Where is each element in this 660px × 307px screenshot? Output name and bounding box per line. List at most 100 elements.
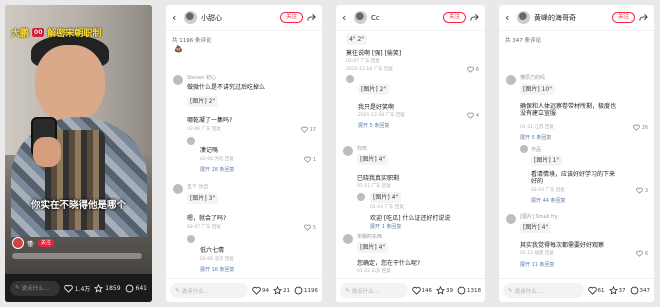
follow-button[interactable]: 关注 xyxy=(611,12,635,23)
star-button[interactable]: 39 xyxy=(436,286,453,295)
commenter-avatar[interactable] xyxy=(343,146,353,156)
expand-replies-link[interactable]: 展开 28 条回复 xyxy=(200,166,235,173)
comment-input[interactable]: ✎ 说点什么... xyxy=(340,283,408,298)
reply-avatar[interactable] xyxy=(357,193,365,201)
like-button[interactable]: 94 xyxy=(252,286,269,295)
comment-button[interactable]: 1318 xyxy=(457,286,481,295)
star-count: 37 xyxy=(618,287,626,294)
author-avatar[interactable] xyxy=(517,11,530,24)
comment-button[interactable]: 347 xyxy=(630,286,650,295)
uploader-name[interactable]: 懂· xyxy=(27,239,35,248)
voice-reply[interactable]: [图片] 3" xyxy=(187,193,219,204)
author-avatar[interactable] xyxy=(184,11,197,24)
voice-reply[interactable]: [图片] 4" xyxy=(370,192,402,203)
commenter-name[interactable]: [图片] Small fry xyxy=(520,213,558,220)
comment-like-button[interactable]: 26 xyxy=(632,124,648,131)
commenter-name[interactable]: Steven 初心 xyxy=(187,74,216,81)
comment-bubble-icon xyxy=(457,286,466,295)
video-like-count: 1.4万 xyxy=(74,285,91,293)
commenter-name[interactable]: 懂原力的吗 xyxy=(520,74,545,81)
video-comment-button[interactable]: 641 xyxy=(125,284,147,293)
reply-avatar[interactable] xyxy=(187,235,195,243)
expand-replies-link[interactable]: 展开 5 条回复 xyxy=(520,134,551,141)
comment-like-button[interactable]: 17 xyxy=(300,126,316,133)
reply-avatar[interactable] xyxy=(187,137,195,145)
reply-name[interactable]: 作品 xyxy=(531,146,541,153)
back-chevron-icon[interactable]: ‹ xyxy=(172,11,180,24)
share-icon[interactable] xyxy=(307,13,316,22)
voice-reply[interactable]: [图片] 4" xyxy=(357,154,389,165)
pencil-icon: ✎ xyxy=(508,287,513,294)
voice-reply[interactable]: [图片] 1" xyxy=(531,155,563,166)
uploader-avatar[interactable] xyxy=(12,237,24,249)
author-name[interactable]: 黄峰的海哥奇 xyxy=(534,13,608,23)
comment-bubble-icon xyxy=(294,286,303,295)
commenter-avatar[interactable] xyxy=(506,214,516,224)
expand-replies-link[interactable]: 展开 11 条回复 xyxy=(520,261,555,268)
reply-avatar[interactable] xyxy=(346,75,354,83)
video-like-button[interactable]: 1.4万 xyxy=(63,284,91,293)
comment-like-button[interactable]: 6 xyxy=(466,66,479,73)
reply-avatar[interactable] xyxy=(520,145,528,153)
commenter-name[interactable]: 宋朝的东西 xyxy=(357,233,382,240)
share-icon[interactable] xyxy=(639,13,648,22)
commenter-avatar[interactable] xyxy=(506,75,516,85)
expand-replies-link[interactable]: 展开 5 条回复 xyxy=(358,122,389,129)
comment-like-button[interactable]: 6 xyxy=(635,250,648,257)
commenter-name[interactable]: 五个 沙丘 xyxy=(187,183,209,190)
share-icon[interactable] xyxy=(470,13,479,22)
comment-meta: 2020-12-18 广东 回复 xyxy=(346,67,394,72)
author-name[interactable]: Cc xyxy=(371,14,439,22)
pencil-icon: ✎ xyxy=(15,285,20,291)
video-caption-line xyxy=(12,253,142,259)
comment-bubble-icon xyxy=(125,284,133,292)
star-button[interactable]: 21 xyxy=(273,286,290,295)
commenter-avatar[interactable] xyxy=(173,184,183,194)
follow-button[interactable]: 关注 xyxy=(279,12,303,23)
comment-input[interactable]: ✎ 说点什么... xyxy=(170,283,248,298)
heart-icon xyxy=(587,286,597,295)
comment-button[interactable]: 1196 xyxy=(294,286,318,295)
input-placeholder: 说点什么... xyxy=(181,288,209,295)
voice-reply[interactable]: [图片] 2" xyxy=(358,84,390,95)
commenter-avatar[interactable] xyxy=(343,234,353,244)
star-count: 21 xyxy=(283,287,290,294)
comment-meta: 01-31 江苏 回复 xyxy=(520,125,554,130)
reply-text: 欢迎 [吃瓜] 什么证还好打说说 xyxy=(370,215,451,222)
reply-like-button[interactable]: 4 xyxy=(466,112,479,119)
star-button[interactable]: 37 xyxy=(608,286,626,295)
like-button[interactable]: 61 xyxy=(587,286,605,295)
author-avatar[interactable] xyxy=(354,11,367,24)
video-uploader[interactable]: 懂· 关注 xyxy=(12,237,54,249)
like-button[interactable]: 146 xyxy=(411,286,432,295)
back-chevron-icon[interactable]: ‹ xyxy=(505,11,513,24)
comment-text: 确保和人体远察卷带材所剩，极度也没有建立宣服 xyxy=(520,103,617,117)
commenter-avatar[interactable] xyxy=(173,75,183,85)
input-placeholder: 说点什么... xyxy=(514,288,542,295)
comment-count-label: 共 347 条评论 xyxy=(505,38,541,44)
voice-reply[interactable]: [图片] 10" xyxy=(520,84,555,95)
comment-meta: 02-06 广东 回复 xyxy=(187,127,221,132)
pencil-icon: ✎ xyxy=(175,287,180,294)
like-count: 61 xyxy=(597,287,605,294)
voice-reply[interactable]: [图片] 2" xyxy=(187,96,219,107)
uploader-follow-button[interactable]: 关注 xyxy=(37,239,54,247)
expand-replies-link[interactable]: 展开 16 条回复 xyxy=(200,266,235,273)
author-name[interactable]: 小甜心 xyxy=(201,13,276,23)
voice-reply[interactable]: [图片] 4" xyxy=(357,242,389,253)
reply-meta: 02-06 河北 回复 xyxy=(200,157,234,162)
voice-reply[interactable]: [图片] 4" xyxy=(520,222,552,233)
follow-button[interactable]: 关注 xyxy=(442,12,466,23)
comment-input[interactable]: ✎ 说点什么... xyxy=(503,283,584,298)
voice-reply[interactable]: 4" 2" xyxy=(346,34,368,45)
video-star-button[interactable]: 1859 xyxy=(94,283,121,293)
video-comment-input[interactable]: ✎ 说点什么... xyxy=(10,280,60,296)
commenter-name[interactable]: 你死 xyxy=(357,145,367,152)
reply-like-button[interactable]: 1 xyxy=(303,156,316,163)
expand-replies-link[interactable]: 展开 1 条回复 xyxy=(370,223,401,230)
top-bar: ‹ 黄峰的海哥奇 关注 xyxy=(499,5,654,31)
expand-replies-link[interactable]: 展开 44 条回复 xyxy=(531,197,566,204)
reply-like-button[interactable]: 3 xyxy=(635,187,648,194)
comment-like-button[interactable]: 5 xyxy=(303,224,316,231)
back-chevron-icon[interactable]: ‹ xyxy=(342,11,350,24)
